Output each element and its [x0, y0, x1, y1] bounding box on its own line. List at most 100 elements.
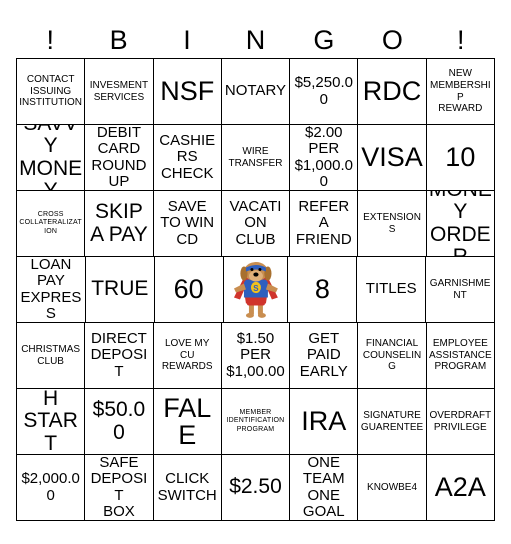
- bingo-card: ! B I N G O! CONTACT ISSUING INSTITUTION INVES…: [0, 0, 511, 544]
- bingo-cell-label: GARNISHMENT: [429, 277, 491, 301]
- bingo-cell[interactable]: FINANCIAL COUNSELING: [358, 323, 427, 389]
- bingo-cell[interactable]: LOVE MY CU REWARDS: [153, 323, 222, 389]
- bingo-cell-label: SAVE TO WIN CD: [160, 197, 215, 248]
- bingo-cell-label: TITLES: [365, 280, 417, 298]
- bingo-row: LOAN PAY EXPRESS TRUE 60 S 8 TITLES GARNISHMEN…: [17, 257, 496, 323]
- bingo-cell[interactable]: REFER A FRIEND: [290, 191, 359, 257]
- bingo-cell-label: 8: [314, 274, 330, 304]
- bingo-cell[interactable]: CLICK SWITCH: [153, 455, 222, 521]
- bingo-cell-label: LOAN PAY EXPRESS: [20, 257, 82, 322]
- bingo-cell[interactable]: 60: [154, 257, 224, 323]
- bingo-cell[interactable]: TITLES: [357, 257, 427, 323]
- bingo-cell[interactable]: LOAN PAY EXPRESS: [17, 257, 86, 323]
- bingo-cell[interactable]: SKIP A PAY: [85, 191, 154, 257]
- bingo-header: ! B I N G O!: [16, 22, 495, 58]
- bingo-cell-label: KNOWBE4: [367, 481, 418, 493]
- bingo-cell[interactable]: CHRISTMAS CLUB: [17, 323, 86, 389]
- bingo-cell[interactable]: SAFE DEPOSIT BOX: [85, 455, 154, 521]
- bingo-cell-label: FRESH START DEBIT: [23, 389, 78, 455]
- bingo-cell[interactable]: VACATION CLUB: [221, 191, 291, 257]
- bingo-cell-label: OVERDRAFT PRIVILEGE: [429, 409, 492, 433]
- bingo-cell[interactable]: EMPLOYEE ASSISTANCE PROGRAM: [426, 323, 495, 389]
- bingo-cell[interactable]: $5,250.00: [290, 59, 359, 125]
- bingo-cell[interactable]: OVERDRAFT PRIVILEGE: [426, 389, 495, 455]
- bingo-cell[interactable]: KNOWBE4: [358, 455, 427, 521]
- bingo-row: CONTACT ISSUING INSTITUTION INVESMENT SER…: [17, 59, 495, 125]
- bingo-cell[interactable]: DIRECT DEPOSIT: [85, 323, 154, 389]
- bingo-cell-label: CHRISTMAS CLUB: [21, 343, 81, 367]
- bingo-cell[interactable]: SIGNATURE GUARENTEE: [358, 389, 427, 455]
- bingo-cell[interactable]: FALE: [153, 389, 222, 455]
- superhero-dog-mascot-icon: S: [223, 257, 289, 323]
- bingo-grid: CONTACT ISSUING INSTITUTION INVESMENT SER…: [16, 58, 496, 521]
- bingo-cell-label: $2,000.00: [21, 470, 80, 504]
- bingo-header-letter-0: !: [46, 25, 54, 55]
- bingo-cell-label: LOVE MY CU REWARDS: [161, 338, 213, 373]
- bingo-cell[interactable]: $1.50 PER $1,00.00: [221, 323, 291, 389]
- bingo-cell-label: NEW MEMBERSHIP REWARD: [430, 68, 491, 115]
- bingo-cell-label: 10: [445, 142, 476, 172]
- svg-text:S: S: [253, 284, 258, 293]
- bingo-cell[interactable]: A2A: [426, 455, 495, 521]
- bingo-row: CROSS COLLATERALIZATION SKIP A PAY SAVE TO…: [17, 191, 495, 257]
- bingo-header-letter-5: O: [381, 25, 403, 55]
- bingo-cell[interactable]: TRUE: [85, 257, 155, 323]
- bingo-cell[interactable]: SAVE TO WIN CD: [153, 191, 222, 257]
- bingo-cell-label: MONEY ORDER: [429, 191, 492, 257]
- bingo-cell[interactable]: DEBIT CARD ROUND UP: [85, 125, 154, 191]
- bingo-cell-label: CROSS COLLATERALIZATION: [19, 210, 82, 235]
- bingo-cell[interactable]: MEMBER IDENTIFICATION PROGRAM: [221, 389, 291, 455]
- bingo-cell[interactable]: GET PAID EARLY: [290, 323, 359, 389]
- bingo-cell[interactable]: INVESMENT SERVICES: [85, 59, 154, 125]
- bingo-cell[interactable]: WIRE TRANSFER: [221, 125, 291, 191]
- bingo-cell-label: SIGNATURE GUARENTEE: [360, 409, 424, 433]
- bingo-row: $2,000.00 SAFE DEPOSIT BOX CLICK SWITCH $2.…: [17, 455, 495, 521]
- bingo-cell-label: FINANCIAL COUNSELING: [362, 338, 422, 373]
- bingo-cell-label: MEMBER IDENTIFICATION PROGRAM: [226, 408, 285, 433]
- bingo-cell[interactable]: $2.00 PER $1,000.00: [290, 125, 359, 191]
- bingo-cell[interactable]: 10: [426, 125, 495, 191]
- bingo-header-letter-3: N: [245, 25, 266, 55]
- bingo-cell[interactable]: 8: [288, 257, 358, 323]
- bingo-cell-label: ONE TEAM ONE GOAL: [302, 455, 345, 520]
- bingo-cell[interactable]: CASHIERS CHECK: [153, 125, 222, 191]
- bingo-cell-label: IRA: [301, 406, 347, 436]
- bingo-cell-label: EXTENSIONS: [363, 211, 421, 235]
- bingo-cell[interactable]: FRESH START DEBIT: [17, 389, 86, 455]
- bingo-cell-label: SAVVY MONEY: [19, 125, 83, 191]
- bingo-cell-label: SKIP A PAY: [90, 200, 148, 246]
- bingo-cell[interactable]: NOTARY: [221, 59, 291, 125]
- bingo-cell-label: FALE: [163, 392, 212, 450]
- bingo-cell[interactable]: EXTENSIONS: [358, 191, 427, 257]
- bingo-cell-label: VACATION CLUB: [229, 197, 282, 248]
- bingo-row: CHRISTMAS CLUB DIRECT DEPOSIT LOVE MY CU R…: [17, 323, 495, 389]
- bingo-header-letter-4: G: [313, 25, 335, 55]
- bingo-cell[interactable]: $50.00: [85, 389, 154, 455]
- bingo-cell-label: $2.00 PER $1,000.00: [294, 125, 353, 190]
- bingo-cell-label: WIRE TRANSFER: [228, 145, 283, 169]
- bingo-cell[interactable]: GARNISHMENT: [426, 257, 496, 323]
- bingo-row: FRESH START DEBIT $50.00 FALE MEMBER IDENTI…: [17, 389, 495, 455]
- bingo-cell-label: RDC: [362, 76, 422, 106]
- bingo-cell[interactable]: VISA: [358, 125, 427, 191]
- bingo-cell-label: VISA: [361, 142, 423, 172]
- bingo-cell[interactable]: CROSS COLLATERALIZATION: [17, 191, 86, 257]
- bingo-cell[interactable]: IRA: [290, 389, 359, 455]
- bingo-cell-label: SAFE DEPOSIT BOX: [90, 455, 148, 520]
- bingo-cell[interactable]: ONE TEAM ONE GOAL: [290, 455, 359, 521]
- bingo-cell-label: TRUE: [91, 277, 149, 301]
- bingo-cell-label: $2.50: [229, 475, 282, 499]
- bingo-cell-label: CLICK SWITCH: [157, 470, 217, 504]
- bingo-cell[interactable]: MONEY ORDER: [426, 191, 495, 257]
- bingo-cell[interactable]: CONTACT ISSUING INSTITUTION: [17, 59, 86, 125]
- bingo-cell-label: NSF: [160, 76, 215, 106]
- bingo-cell[interactable]: NSF: [153, 59, 222, 125]
- bingo-cell[interactable]: SAVVY MONEY: [17, 125, 86, 191]
- bingo-header-letter-1: B: [109, 25, 128, 55]
- bingo-cell-label: NOTARY: [224, 82, 287, 100]
- bingo-cell-label: $1.50 PER $1,00.00: [226, 329, 285, 380]
- bingo-cell[interactable]: $2,000.00: [17, 455, 86, 521]
- bingo-cell[interactable]: $2.50: [221, 455, 291, 521]
- bingo-cell[interactable]: RDC: [358, 59, 427, 125]
- bingo-cell[interactable]: NEW MEMBERSHIP REWARD: [426, 59, 495, 125]
